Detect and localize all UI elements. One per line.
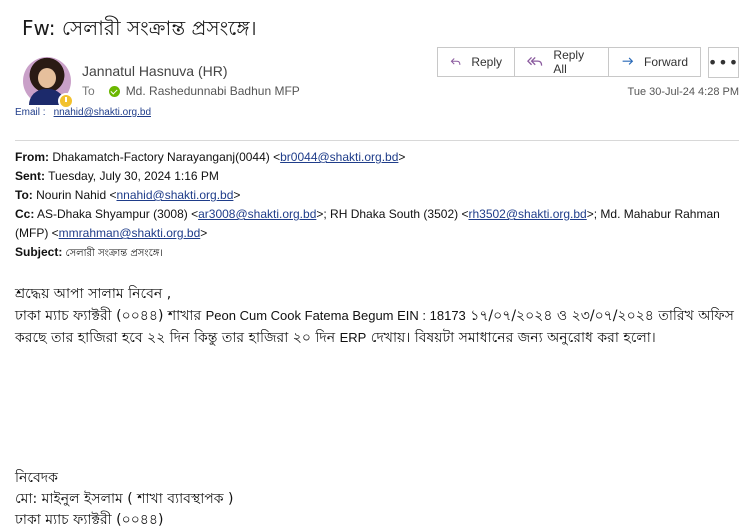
message-actions: Reply Reply All Forward	[437, 47, 701, 77]
fwd-from-name: Dhakamatch-Factory Narayanganj(0044) <	[49, 150, 281, 164]
reply-label: Reply	[471, 55, 502, 69]
reply-all-icon	[527, 56, 543, 66]
fwd-cc-line: Cc: AS-Dhaka Shyampur (3008) <ar3008@sha…	[15, 205, 740, 243]
fwd-to-end: >	[233, 188, 241, 202]
body-p1-e: দেখায়। বিষয়টা সমাধানের জন্য অনুরোধ করা…	[366, 330, 656, 346]
email-line: Email : nnahid@shakti.org.bd	[15, 107, 151, 118]
reply-all-button[interactable]: Reply All	[515, 47, 609, 77]
fwd-sent-line: Sent: Tuesday, July 30, 2024 1:16 PM	[15, 167, 740, 186]
header-divider	[15, 140, 739, 141]
fwd-sent-label: Sent:	[15, 169, 45, 183]
fwd-cc-1-email[interactable]: ar3008@shakti.org.bd	[198, 207, 316, 221]
fwd-subject-value: সেলারী সংক্রান্ত প্রসংঙ্গে।	[62, 248, 163, 259]
recipient-name[interactable]: Md. Rashedunnabi Badhun MFP	[126, 84, 300, 98]
fwd-to-label: To:	[15, 188, 33, 202]
fwd-from-end: >	[398, 150, 406, 164]
fwd-subject-line: Subject: সেলারী সংক্রান্ত প্রসংঙ্গে।	[15, 243, 740, 263]
signature-line-1: নিবেদক	[15, 470, 58, 486]
to-label: To	[82, 84, 95, 98]
body-paragraph: ঢাকা ম্যাচ ফ্যাক্টরী (০০৪৪) শাখার Peon C…	[15, 305, 740, 349]
fwd-from-label: From:	[15, 150, 49, 164]
recipient-line: To Md. Rashedunnabi Badhun MFP	[82, 84, 300, 98]
fwd-to-name: Nourin Nahid <	[32, 188, 117, 202]
fwd-cc-3-email[interactable]: mmrahman@shakti.org.bd	[59, 226, 201, 240]
fwd-from-email[interactable]: br0044@shakti.org.bd	[280, 150, 398, 164]
fwd-sent-value: Tuesday, July 30, 2024 1:16 PM	[45, 169, 219, 183]
fwd-to-line: To: Nourin Nahid <nnahid@shakti.org.bd>	[15, 186, 740, 205]
fwd-subject-label: Subject:	[15, 245, 63, 259]
avatar-face	[38, 68, 56, 88]
body-p1-a: ঢাকা ম্যাচ ফ্যাক্টরী (০০৪৪) শাখার	[15, 308, 206, 324]
message-date: Tue 30-Jul-24 4:28 PM	[627, 86, 739, 98]
forward-button[interactable]: Forward	[609, 47, 701, 77]
fwd-cc-2-name: >; RH Dhaka South (3502) <	[316, 207, 469, 221]
fwd-from-line: From: Dhakamatch-Factory Narayanganj(004…	[15, 148, 740, 167]
fwd-cc-end: >	[200, 226, 208, 240]
body-p1-b: Peon Cum Cook Fatema Begum EIN : 18173	[205, 308, 466, 323]
forward-label: Forward	[643, 55, 688, 69]
fwd-cc-2-email[interactable]: rh3502@shakti.org.bd	[468, 207, 586, 221]
fwd-cc-label: Cc:	[15, 207, 35, 221]
body-greeting: শ্রদ্ধেয় আপা সালাম নিবেন ,	[15, 286, 172, 302]
email-label: Email :	[15, 107, 46, 118]
signature-line-3: ঢাকা ম্যাচ ফ্যাক্টরী (০০৪৪)	[15, 512, 164, 528]
sender-name[interactable]: Jannatul Hasnuva (HR)	[82, 63, 228, 79]
forward-icon	[622, 57, 634, 65]
more-actions-button[interactable]: •••	[708, 47, 739, 78]
fwd-cc-1-name: AS-Dhaka Shyampur (3008) <	[34, 207, 199, 221]
presence-available-icon	[108, 85, 120, 97]
signature-line-2: মো: মাইনুল ইসলাম ( শাখা ব্যাবস্থাপক )	[15, 491, 234, 507]
fwd-to-email[interactable]: nnahid@shakti.org.bd	[116, 188, 233, 202]
body-p1-d: ERP	[339, 330, 367, 345]
message-subject: Fw: সেলারী সংক্রান্ত প্রসংঙ্গে।	[22, 16, 257, 40]
email-link[interactable]: nnahid@shakti.org.bd	[54, 107, 151, 118]
reply-button[interactable]: Reply	[437, 47, 515, 77]
reply-all-label: Reply All	[553, 48, 585, 76]
reply-icon	[450, 58, 461, 65]
